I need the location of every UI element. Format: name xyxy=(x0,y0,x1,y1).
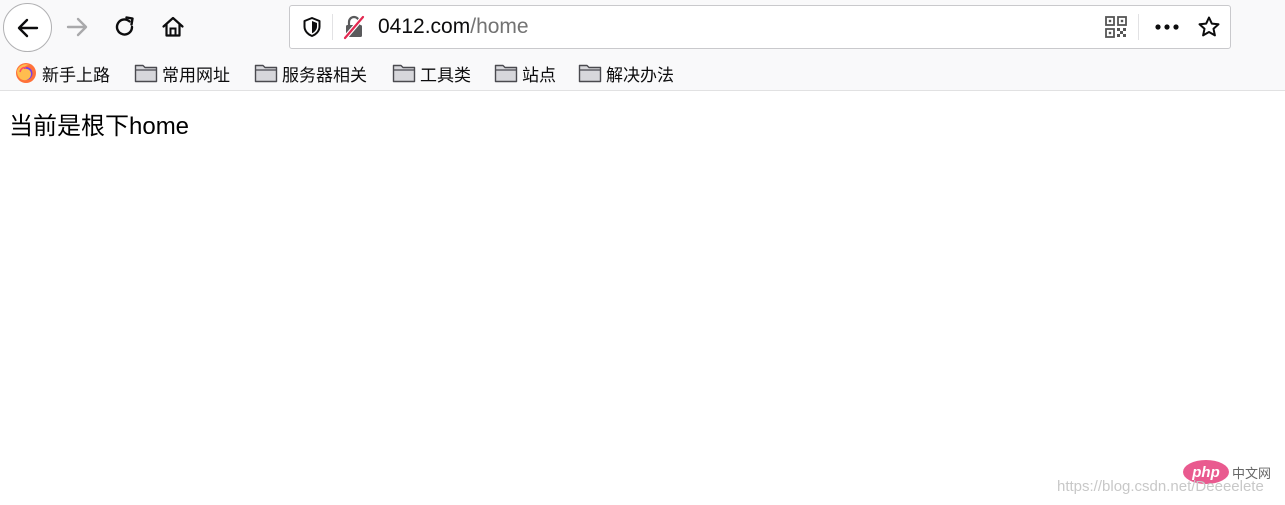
reload-button[interactable] xyxy=(101,3,149,51)
url-text[interactable]: 0412.com/home xyxy=(378,6,529,48)
arrow-right-icon xyxy=(66,17,88,37)
qr-code-icon xyxy=(1105,16,1127,38)
more-horizontal-icon xyxy=(1155,24,1179,30)
folder-icon xyxy=(392,62,416,84)
url-path: /home xyxy=(470,15,529,38)
home-icon xyxy=(162,16,184,37)
home-button[interactable] xyxy=(149,3,197,51)
watermark-url: https://blog.csdn.net/Deeeelete xyxy=(1057,478,1264,495)
folder-icon xyxy=(578,62,602,84)
bookmark-label: 解决办法 xyxy=(606,65,674,85)
page-actions-button[interactable] xyxy=(1148,6,1186,48)
forward-button[interactable] xyxy=(53,3,101,51)
bookmark-folder[interactable]: 站点 xyxy=(494,56,556,90)
bookmark-label: 新手上路 xyxy=(42,65,110,85)
reload-icon xyxy=(115,16,134,36)
bookmark-folder[interactable]: 服务器相关 xyxy=(254,56,367,90)
page-text: 当前是根下home xyxy=(9,113,190,140)
folder-icon xyxy=(254,62,278,84)
shield-icon xyxy=(303,17,321,37)
bookmark-label: 常用网址 xyxy=(162,65,230,85)
url-domain: 0412.com xyxy=(378,15,471,38)
bookmark-folder[interactable]: 工具类 xyxy=(392,56,471,90)
bookmark-label: 站点 xyxy=(522,65,556,85)
page-content: 当前是根下home php 中文网 https://blog.csdn.net/… xyxy=(0,92,1285,505)
address-bar-divider xyxy=(332,14,333,40)
address-bar-divider xyxy=(1138,14,1139,40)
star-icon xyxy=(1198,16,1220,37)
firefox-icon xyxy=(14,62,38,84)
qr-code-button[interactable] xyxy=(1098,6,1134,48)
bookmarks-toolbar: 新手上路 常用网址 服务器相关 工具类 站点 解决办法 xyxy=(0,56,1285,91)
arrow-left-icon xyxy=(17,18,38,37)
bookmark-star-button[interactable] xyxy=(1190,6,1228,48)
folder-icon xyxy=(134,62,158,84)
bookmark-label: 工具类 xyxy=(420,65,471,85)
bookmark-label: 服务器相关 xyxy=(282,65,367,85)
site-identity-button[interactable] xyxy=(336,6,372,48)
bookmark-folder[interactable]: 常用网址 xyxy=(134,56,230,90)
navigation-toolbar: 0412.com/home xyxy=(0,0,1285,56)
insecure-lock-icon xyxy=(342,14,366,40)
back-button[interactable] xyxy=(3,3,52,52)
address-bar[interactable]: 0412.com/home xyxy=(289,5,1231,49)
folder-icon xyxy=(494,62,518,84)
tracking-protection-button[interactable] xyxy=(294,6,330,48)
bookmark-folder[interactable]: 解决办法 xyxy=(578,56,674,90)
bookmark-item[interactable]: 新手上路 xyxy=(14,56,110,90)
